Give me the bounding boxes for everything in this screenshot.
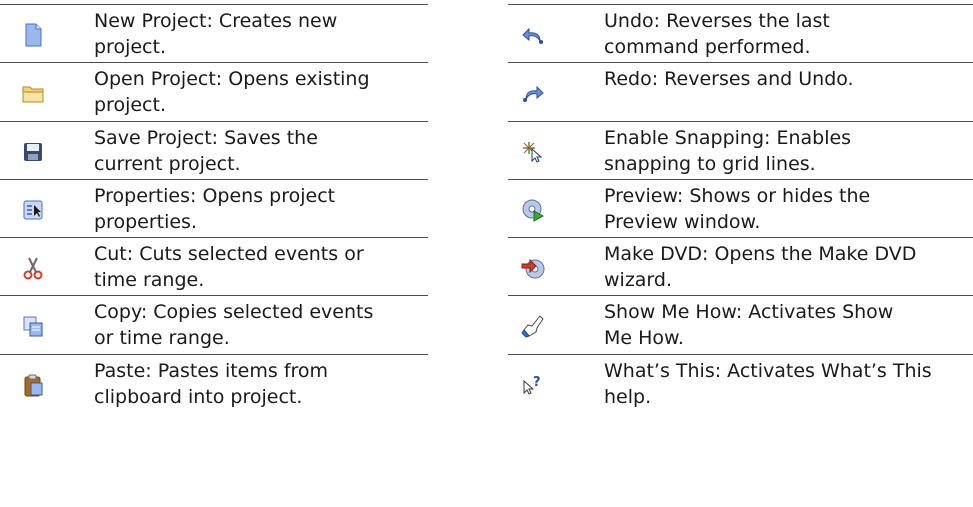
list-item-text: What’s This: Activates What’s This help. <box>604 359 932 408</box>
make-dvd-icon <box>521 258 545 279</box>
scissors-icon <box>23 257 43 280</box>
table-row: Redo: Reverses and Undo. <box>508 62 973 120</box>
snapping-icon <box>523 141 543 163</box>
list-item-text: Undo: Reverses the last command performe… <box>604 10 830 58</box>
list-item-text: Copy: Copies selected events or time ran… <box>94 301 374 350</box>
open-folder-icon <box>22 86 44 103</box>
show-me-how-icon <box>521 315 544 339</box>
list-item-text: Redo: Reverses and Undo. <box>604 68 854 91</box>
table-row: Preview: Shows or hides the Preview wind… <box>508 178 973 237</box>
table-row: Copy: Copies selected events or time ran… <box>0 295 428 353</box>
table-row: Cut: Cuts selected events or time range. <box>0 237 428 295</box>
redo-arrow-icon <box>523 86 544 103</box>
right-column: Undo: Reverses the last command performe… <box>508 4 973 412</box>
list-item-text: Properties: Opens project properties. <box>94 184 336 233</box>
table-row: Enable Snapping: Enables snapping to gri… <box>508 120 973 179</box>
list-item-text: New Project: Creates new project. <box>94 10 338 58</box>
table-row: Make DVD: Opens the Make DVD wizard. <box>508 237 973 295</box>
save-disk-icon <box>24 142 42 161</box>
list-item-text: Enable Snapping: Enables snapping to gri… <box>604 126 852 175</box>
table-row: ? What’s This: Activates What’s This hel… <box>508 353 973 412</box>
properties-icon <box>23 200 43 220</box>
table-row: Undo: Reverses the last command performe… <box>508 4 973 62</box>
list-item-text: Show Me How: Activates Show Me How. <box>604 301 894 350</box>
list-item-text: Save Project: Saves the current project. <box>94 126 318 175</box>
table-row: New Project: Creates new project. <box>0 4 428 62</box>
list-item-text: Open Project: Opens existing project. <box>94 68 370 117</box>
new-project-icon <box>25 23 42 47</box>
table-row: Properties: Opens project properties. <box>0 178 428 237</box>
list-item-text: Paste: Pastes items from clipboard into … <box>94 359 329 408</box>
list-item-text: Make DVD: Opens the Make DVD wizard. <box>604 243 917 292</box>
whats-this-icon: ? <box>523 375 541 395</box>
preview-disc-icon <box>522 199 545 222</box>
table-row: Open Project: Opens existing project. <box>0 62 428 120</box>
copy-icon <box>23 316 43 337</box>
table-row: Save Project: Saves the current project. <box>0 120 428 179</box>
table-row: Show Me How: Activates Show Me How. <box>508 295 973 353</box>
undo-arrow-icon <box>522 27 543 44</box>
table-row: Paste: Pastes items from clipboard into … <box>0 353 428 412</box>
left-column: New Project: Creates new project. Open P… <box>0 4 428 412</box>
clipboard-icon <box>24 374 43 397</box>
list-item-text: Cut: Cuts selected events or time range. <box>94 243 364 292</box>
svg-text:?: ? <box>533 375 541 390</box>
list-item-text: Preview: Shows or hides the Preview wind… <box>604 184 871 233</box>
